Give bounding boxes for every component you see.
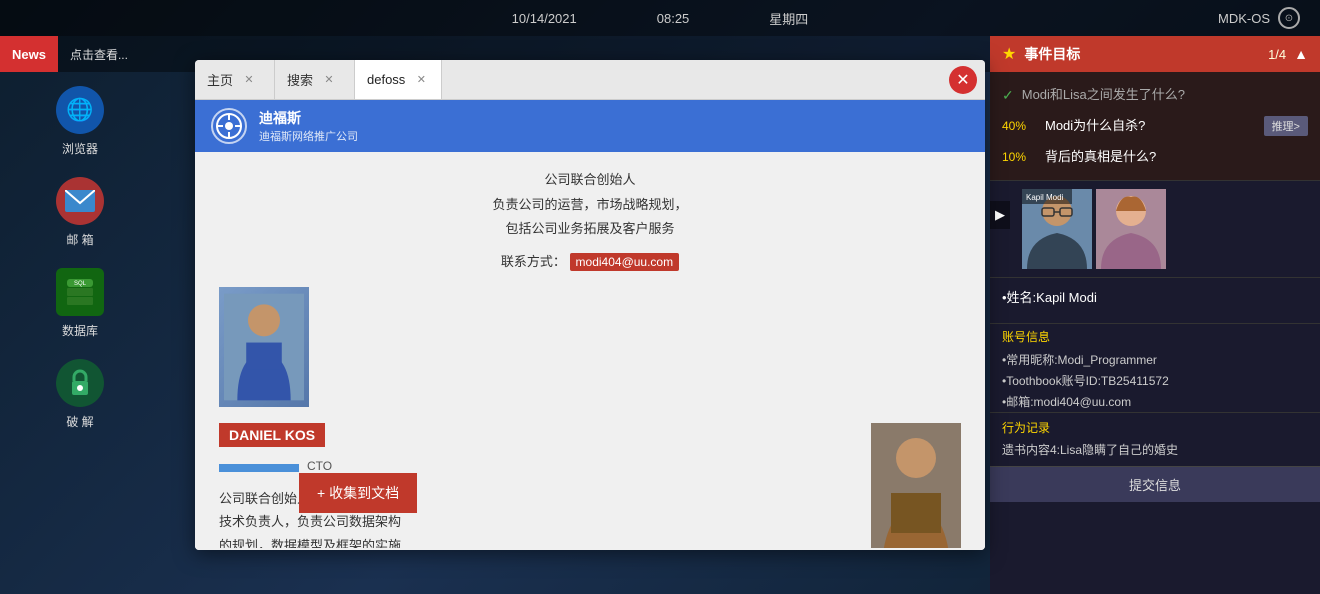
person2-card: DANIEL KOS CTO 公司联合创始人 技术负责人，负责公司数据架构 的规…: [219, 423, 961, 548]
event-title: 事件目标: [1024, 44, 1260, 64]
objective-item-1: ✓ Modi和Lisa之间发生了什么?: [990, 80, 1320, 110]
database-label: 数据库: [62, 322, 98, 339]
mail-label: 邮 箱: [66, 231, 93, 248]
objectives-list: ✓ Modi和Lisa之间发生了什么? 40% Modi为什么自杀? 推理> 1…: [990, 72, 1320, 180]
topbar-right: MDK-OS ⊙: [1218, 7, 1300, 29]
person1-text-area: [329, 287, 961, 407]
topbar-time: 08:25: [657, 11, 690, 26]
company-logo-icon: [211, 108, 247, 144]
browser-icon: 🌐: [56, 86, 104, 134]
sidebar-item-browser[interactable]: 🌐 浏览器: [56, 86, 104, 157]
char-info: •姓名:Kapil Modi: [990, 278, 1320, 323]
tab-search-label: 搜索: [287, 70, 313, 89]
person1-desc1: 公司联合创始人: [219, 168, 961, 193]
person2-name: DANIEL KOS: [219, 423, 325, 447]
content-area[interactable]: 公司联合创始人 负责公司的运营，市场战略规划， 包括公司业务拓展及客户服务 联系…: [195, 152, 985, 548]
tab-search-close-icon[interactable]: ✕: [321, 72, 337, 88]
company-name-sub: 迪福斯网络推广公司: [259, 128, 358, 144]
topbar-weekday: 星期四: [769, 9, 808, 28]
company-header: 迪福斯 迪福斯网络推广公司: [195, 100, 985, 152]
tab-search[interactable]: 搜索 ✕: [275, 60, 355, 99]
objective-item-3: 10% 背后的真相是什么?: [990, 142, 1320, 172]
pct-badge-3: 10%: [1002, 150, 1037, 164]
objective-text-2: Modi为什么自杀?: [1045, 117, 1256, 135]
hack-label: 破 解: [66, 413, 93, 430]
tab-defoss-close-icon[interactable]: ✕: [413, 72, 429, 88]
news-text: 点击查看...: [58, 46, 128, 63]
pct-badge-2: 40%: [1002, 119, 1037, 133]
submit-button[interactable]: 提交信息: [990, 466, 1320, 502]
event-header: ★ 事件目标 1/4 ▲: [990, 36, 1320, 72]
scroll-left-area: ▶: [998, 215, 1018, 243]
person2-role: CTO: [307, 459, 332, 473]
sidebar-item-database[interactable]: SQL 数据库: [56, 268, 104, 339]
sidebar-item-mail[interactable]: 邮 箱: [56, 177, 104, 248]
browser-label: 浏览器: [62, 140, 98, 157]
profile-row: ▶ Kapil Modi: [990, 181, 1320, 277]
topbar: 10/14/2021 08:25 星期四 MDK-OS ⊙: [0, 0, 1320, 36]
browser-window: 主页 ✕ 搜索 ✕ defoss ✕ ✕: [195, 60, 985, 550]
person1-desc2: 负责公司的运营，市场战略规划，: [219, 193, 961, 218]
sidebar-item-hack[interactable]: 破 解: [56, 359, 104, 430]
svg-text:SQL: SQL: [74, 281, 87, 287]
profile-photo-modi[interactable]: Kapil Modi: [1022, 189, 1092, 269]
event-count: 1/4: [1268, 47, 1286, 62]
char-name: •姓名:Kapil Modi: [1002, 286, 1308, 311]
account-section-title: 账号信息: [990, 323, 1320, 349]
collect-to-doc-button[interactable]: + 收集到文档: [299, 473, 417, 513]
objective-text-3: 背后的真相是什么?: [1045, 148, 1308, 166]
topbar-date: 10/14/2021: [512, 11, 577, 26]
objective-text-1: Modi和Lisa之间发生了什么?: [1022, 86, 1308, 104]
os-logo-icon: ⊙: [1278, 7, 1300, 29]
person1-row: [219, 287, 961, 407]
person2-name-block: DANIEL KOS: [219, 423, 859, 453]
person1-info: 公司联合创始人 负责公司的运营，市场战略规划， 包括公司业务拓展及客户服务 联系…: [219, 168, 961, 275]
behavior-title: 行为记录: [1002, 419, 1308, 436]
behavior-section: 行为记录 遗书内容4:Lisa隐瞒了自己的婚史: [990, 412, 1320, 466]
person2-photo: [871, 423, 961, 548]
behavior-item-1: 遗书内容4:Lisa隐瞒了自己的婚史: [1002, 440, 1308, 460]
person1-desc3: 包括公司业务拓展及客户服务: [219, 217, 961, 242]
star-icon: ★: [1002, 44, 1016, 64]
browser-content: 迪福斯 迪福斯网络推广公司 公司联合创始人 负责公司的运营，市场战略规划， 包括…: [195, 100, 985, 550]
browser-close-button[interactable]: ✕: [949, 66, 977, 94]
tab-defoss[interactable]: defoss ✕: [355, 60, 442, 99]
account-email: •邮箱:modi404@uu.com: [990, 391, 1320, 412]
check-icon-1: ✓: [1002, 87, 1014, 104]
tab-home-close-icon[interactable]: ✕: [241, 72, 257, 88]
svg-text:Kapil Modi: Kapil Modi: [1026, 193, 1064, 202]
person2-desc2: 技术负责人，负责公司数据架构: [219, 510, 859, 533]
tab-home[interactable]: 主页 ✕: [195, 60, 275, 99]
browser-tabbar: 主页 ✕ 搜索 ✕ defoss ✕ ✕: [195, 60, 985, 100]
tab-home-label: 主页: [207, 70, 233, 89]
collapse-icon[interactable]: ▲: [1294, 46, 1308, 62]
collect-btn-container: + 收集到文档: [299, 473, 417, 513]
account-nickname: •常用昵称:Modi_Programmer: [990, 349, 1320, 370]
profile-photo-lisa[interactable]: [1096, 189, 1166, 269]
tab-defoss-label: defoss: [367, 72, 405, 87]
hack-icon: [56, 359, 104, 407]
person1-contact: 联系方式： modi404@uu.com: [219, 250, 961, 275]
company-name-main: 迪福斯: [259, 108, 358, 128]
scroll-right-icon[interactable]: ▶: [990, 201, 1010, 229]
news-tag: News: [0, 36, 58, 72]
right-panel: ★ 事件目标 1/4 ▲ ✓ Modi和Lisa之间发生了什么? 40% Mod…: [990, 36, 1320, 594]
objective-item-2: 40% Modi为什么自杀? 推理>: [990, 110, 1320, 142]
account-toothbook-id: •Toothbook账号ID:TB25411572: [990, 370, 1320, 391]
mail-icon: [56, 177, 104, 225]
person1-photo: [219, 287, 309, 407]
company-name-block: 迪福斯 迪福斯网络推广公司: [259, 108, 358, 144]
contact-label: 联系方式：: [501, 254, 566, 269]
database-icon: SQL: [56, 268, 104, 316]
person1-email: modi404@uu.com: [570, 253, 680, 271]
role-bar-icon: [219, 464, 299, 472]
sidebar: 🌐 浏览器 邮 箱 SQL 数据库 破 解: [0, 36, 160, 594]
infer-button-2[interactable]: 推理>: [1264, 116, 1308, 136]
person2-desc3: 的规划，数据模型及框架的实施: [219, 534, 859, 548]
os-name: MDK-OS: [1218, 11, 1270, 26]
